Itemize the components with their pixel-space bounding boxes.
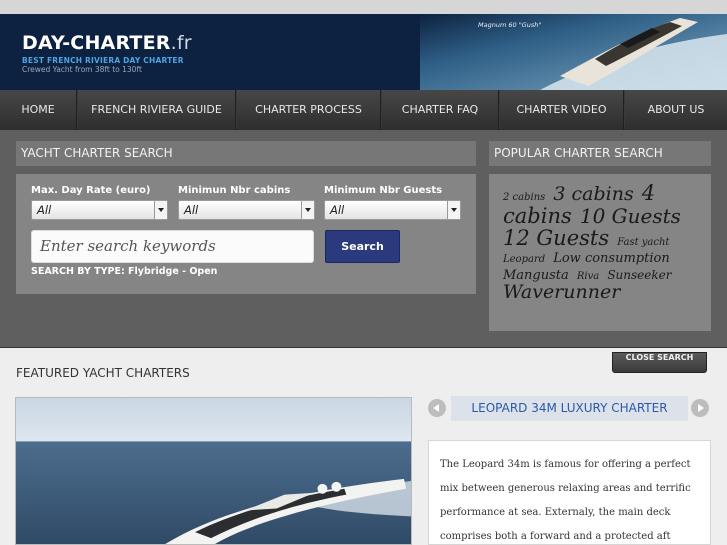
next-arrow-icon[interactable] [691,399,709,417]
cabins-select[interactable]: All [178,200,315,220]
nav-item-home[interactable]: HOME [0,90,77,130]
yacht-search-title: YACHT CHARTER SEARCH [16,141,476,166]
cabins-label: Minimun Nbr cabins [178,185,291,196]
popular-tag[interactable]: Fast yacht [617,237,669,248]
nav-item-french-riviera-guide[interactable]: FRENCH RIVIERA GUIDE [78,90,236,130]
site-subtagline: Crewed Yacht from 38ft to 130ft [22,65,142,74]
popular-tag[interactable]: Waverunner [503,281,620,303]
photo-caption: Magnum 60 "Gush" [478,21,542,29]
nav-item-charter-faq[interactable]: CHARTER FAQ [382,90,499,130]
day-rate-label: Max. Day Rate (euro) [31,185,151,196]
popular-tag[interactable]: 10 Guests [580,204,681,228]
popular-tag[interactable]: 2 cabins [503,192,545,203]
main-nav: HOME FRENCH RIVIERA GUIDE CHARTER PROCES… [0,90,727,130]
popular-search-panel: 2 cabins 3 cabins 4 cabins 10 Guests 12 … [489,174,711,331]
header-yacht-photo [420,14,727,90]
popular-tag[interactable]: Low consumption [553,251,669,266]
logo-main: DAY-CHARTER [22,32,171,54]
keyword-search-input[interactable]: Enter search keywords [31,230,314,263]
popular-search-title: POPULAR CHARTER SEARCH [489,141,711,166]
site-header: DAY-CHARTER.fr BEST FRENCH RIVIERA DAY C… [0,14,727,90]
yacht-search-panel: Max. Day Rate (euro) All Minimun Nbr cab… [16,174,476,294]
cabins-value: All [184,203,199,217]
popular-tag[interactable]: 3 cabins [553,183,633,205]
search-button[interactable]: Search [325,230,400,263]
popular-tag[interactable]: Leopard [503,254,545,265]
featured-title: FEATURED YACHT CHARTERS [16,366,190,380]
featured-charter-name[interactable]: LEOPARD 34M LUXURY CHARTER [451,396,688,421]
guests-label: Minimum Nbr Guests [324,185,443,196]
chevron-down-icon [447,201,460,219]
guests-select[interactable]: All [324,200,461,220]
nav-item-charter-process[interactable]: CHARTER PROCESS [237,90,381,130]
popular-tag[interactable]: Sunseeker [607,268,671,282]
chevron-down-icon [154,201,167,219]
featured-yacht-photo[interactable] [15,397,412,545]
charter-description-box: The Leopard 34m is famous for offering a… [428,440,711,545]
charter-description: The Leopard 34m is famous for offering a… [440,459,691,542]
site-tagline: BEST FRENCH RIVIERA DAY CHARTER [22,56,184,65]
nav-item-about-us[interactable]: ABOUT US [625,90,727,130]
search-by-type[interactable]: SEARCH BY TYPE: Flybridge - Open [31,266,217,277]
close-search-button[interactable]: CLOSE SEARCH [612,352,707,373]
nav-item-charter-video[interactable]: CHARTER VIDEO [500,90,624,130]
site-logo[interactable]: DAY-CHARTER.fr [22,32,192,54]
tag-cloud: 2 cabins 3 cabins 4 cabins 10 Guests 12 … [503,182,703,303]
guests-value: All [330,203,345,217]
popular-tag[interactable]: 12 Guests [503,226,609,250]
day-rate-select[interactable]: All [31,200,168,220]
top-strip [0,0,727,14]
search-area: YACHT CHARTER SEARCH Max. Day Rate (euro… [0,130,727,348]
previous-arrow-icon[interactable] [428,399,446,417]
logo-suffix: .fr [170,32,192,54]
chevron-down-icon [301,201,314,219]
day-rate-value: All [37,203,52,217]
